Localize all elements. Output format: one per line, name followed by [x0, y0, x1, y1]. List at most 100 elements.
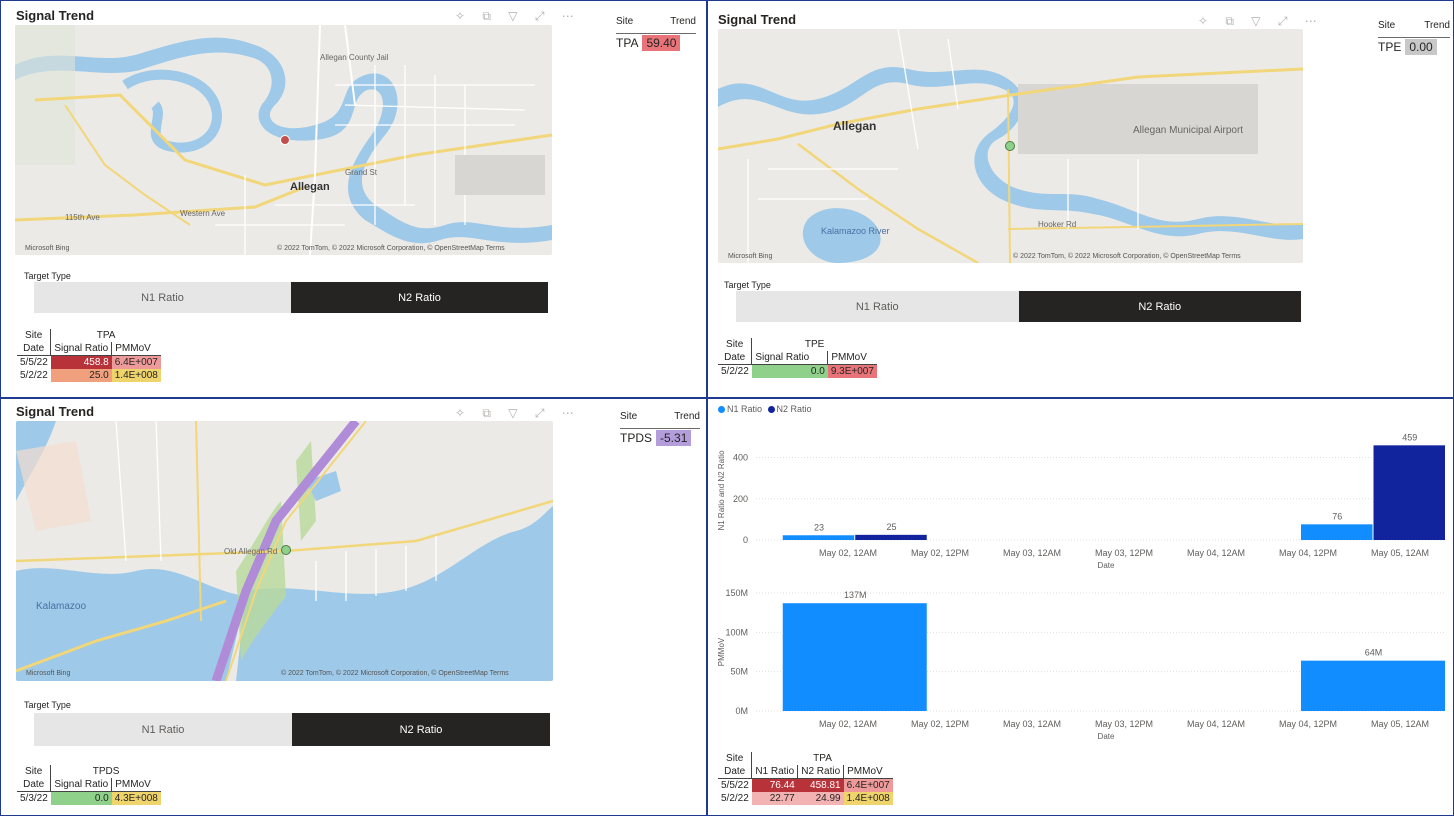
trend-header: Trend — [674, 411, 700, 422]
trend-card: Site Trend TPE 0.00 — [1378, 20, 1450, 55]
matrix-date-label[interactable]: Date — [17, 342, 51, 356]
visual-header-icons[interactable]: ✧ ⧉ ▽ ⤢ ⋯ — [1198, 14, 1324, 29]
x-tick-label: May 05, 12AM — [1371, 548, 1429, 558]
site-header[interactable]: Site — [1378, 20, 1395, 31]
slicer-option-n2[interactable]: N2 Ratio — [291, 282, 548, 313]
chart-legend: N1 Ratio N2 Ratio — [718, 404, 812, 414]
matrix-col-signal[interactable]: Signal Ratio — [50, 778, 112, 792]
x-tick-label: May 03, 12PM — [1095, 548, 1153, 558]
x-tick-label: May 04, 12AM — [1187, 548, 1245, 558]
matrix-col-pmmov[interactable]: PMMoV — [111, 342, 161, 356]
trend-value: 0.00 — [1405, 39, 1437, 55]
map-visual[interactable]: Allegan Allegan Municipal Airport Kalama… — [718, 29, 1303, 263]
map-visual[interactable]: Allegan Allegan County Jail Western Ave … — [15, 25, 552, 255]
matrix-site-label: Site — [25, 330, 43, 341]
x-tick-label: May 03, 12AM — [1003, 719, 1061, 729]
target-type-slicer: N1 Ratio N2 Ratio — [736, 291, 1301, 322]
site-header[interactable]: Site — [620, 411, 637, 422]
matrix-site-label: Site — [25, 766, 43, 777]
matrix-col-signal[interactable]: Signal Ratio — [50, 342, 112, 356]
matrix-pmmov: 6.4E+007 — [111, 355, 161, 369]
matrix-date-label[interactable]: Date — [17, 778, 51, 792]
slicer-option-n2[interactable]: N2 Ratio — [292, 713, 550, 746]
site-marker[interactable] — [281, 545, 291, 555]
y-axis-label: N1 Ratio and N2 Ratio — [717, 450, 726, 531]
visual-header-icons[interactable]: ✧ ⧉ ▽ ⤢ ⋯ — [455, 406, 581, 421]
map-visual[interactable]: Kalamazoo Old Allegan Rd Microsoft Bing … — [16, 421, 553, 681]
panel-title: Signal Trend — [16, 8, 95, 23]
legend-dot-icon — [767, 406, 775, 413]
matrix-signal: 25.0 — [50, 369, 112, 382]
matrix-site: TPDS — [50, 765, 161, 778]
pmmov-bar-chart[interactable]: 0M 50M 100M 150M May 02, 12AM May 02, 12PM May… — [708, 581, 1454, 741]
legend-item-n2[interactable]: N2 Ratio — [767, 404, 812, 414]
trend-card: Site Trend TPA 59.40 — [616, 16, 696, 51]
slicer-option-n1[interactable]: N1 Ratio — [34, 282, 291, 313]
map-label: Allegan — [833, 119, 876, 133]
x-tick-label: May 04, 12PM — [1279, 548, 1337, 558]
x-tick-label: May 02, 12PM — [911, 548, 969, 558]
matrix-col-signal[interactable]: Signal Ratio — [751, 351, 828, 365]
bar — [1301, 660, 1445, 711]
x-axis-label: Date — [1098, 732, 1115, 741]
y-tick-label: 0M — [735, 706, 748, 716]
map-label: Kalamazoo River — [821, 226, 890, 236]
slicer-label: Target Type — [24, 271, 71, 281]
matrix-n2: 24.99 — [797, 792, 844, 805]
y-tick-label: 200 — [733, 494, 748, 504]
matrix-pmmov: 6.4E+007 — [843, 778, 893, 792]
legend-item-n1[interactable]: N1 Ratio — [718, 404, 762, 414]
x-tick-label: May 02, 12PM — [911, 719, 969, 729]
matrix-pmmov: 1.4E+008 — [111, 369, 161, 382]
matrix-col-pmmov[interactable]: PMMoV — [827, 351, 877, 365]
matrix-pmmov: 1.4E+008 — [843, 792, 893, 805]
map-label: Hooker Rd — [1038, 220, 1076, 229]
matrix-date: 5/5/22 — [721, 780, 749, 791]
matrix-date: 5/2/22 — [721, 793, 749, 804]
slicer-option-n1[interactable]: N1 Ratio — [736, 291, 1019, 322]
x-tick-label: May 02, 12AM — [819, 548, 877, 558]
site-header[interactable]: Site — [616, 16, 633, 27]
x-tick-label: May 02, 12AM — [819, 719, 877, 729]
matrix-date: 5/3/22 — [20, 793, 48, 804]
matrix-signal: 0.0 — [50, 791, 112, 805]
signal-matrix: Site TPE Date Signal Ratio PMMoV 5/2/22 0.0 9… — [718, 338, 877, 378]
slicer-option-n1[interactable]: N1 Ratio — [34, 713, 292, 746]
map-credit: © 2022 TomTom, © 2022 Microsoft Corporat… — [281, 669, 509, 677]
matrix-col-pmmov[interactable]: PMMoV — [111, 778, 161, 792]
visual-header-icons[interactable]: ✧ ⧉ ▽ ⤢ ⋯ — [455, 9, 581, 24]
legend-label: N1 Ratio — [727, 404, 763, 414]
data-label: 459 — [1402, 432, 1417, 442]
slicer-option-n2[interactable]: N2 Ratio — [1018, 291, 1301, 322]
map-label: Grand St — [345, 168, 378, 177]
x-tick-label: May 03, 12AM — [1003, 548, 1061, 558]
site-marker[interactable] — [1005, 141, 1015, 151]
y-tick-label: 50M — [730, 667, 748, 677]
bar — [782, 535, 855, 540]
ratio-charts-panel: N1 Ratio N2 Ratio 0 200 400 May 02, 12AM May… — [708, 399, 1454, 816]
data-label: 137M — [844, 590, 867, 600]
map-credit: © 2022 TomTom, © 2022 Microsoft Corporat… — [1013, 252, 1241, 260]
ratio-bar-chart[interactable]: 0 200 400 May 02, 12AM May 02, 12PM May 03, 1… — [708, 419, 1454, 579]
map-label: Allegan County Jail — [320, 53, 389, 62]
signal-matrix: Site TPDS Date Signal Ratio PMMoV 5/3/22 0.0… — [17, 765, 161, 805]
matrix-date: 5/2/22 — [20, 370, 48, 381]
matrix-date-label[interactable]: Date — [718, 765, 752, 779]
matrix-col-n2[interactable]: N2 Ratio — [797, 765, 844, 779]
panel-title: Signal Trend — [16, 404, 95, 419]
panel-title: Signal Trend — [718, 12, 797, 27]
matrix-site: TPA — [50, 329, 161, 342]
signal-trend-panel-tpa: Signal Trend ✧ ⧉ ▽ ⤢ ⋯ Allegan Allegan C… — [0, 0, 708, 399]
slicer-label: Target Type — [24, 700, 71, 710]
matrix-pmmov: 9.3E+007 — [827, 364, 877, 378]
data-label: 64M — [1365, 648, 1383, 658]
data-label: 25 — [886, 522, 896, 532]
matrix-col-n1[interactable]: N1 Ratio — [751, 765, 798, 779]
matrix-date-label[interactable]: Date — [718, 351, 752, 365]
signal-trend-panel-tpds: Signal Trend ✧ ⧉ ▽ ⤢ ⋯ Kalamazoo Old All… — [0, 399, 708, 816]
matrix-col-pmmov[interactable]: PMMoV — [843, 765, 893, 779]
signal-matrix: Site TPA Date Signal Ratio PMMoV 5/5/22 458.… — [17, 329, 161, 382]
slicer-label: Target Type — [724, 280, 771, 290]
target-type-slicer: N1 Ratio N2 Ratio — [34, 713, 550, 746]
site-marker[interactable] — [280, 135, 290, 145]
